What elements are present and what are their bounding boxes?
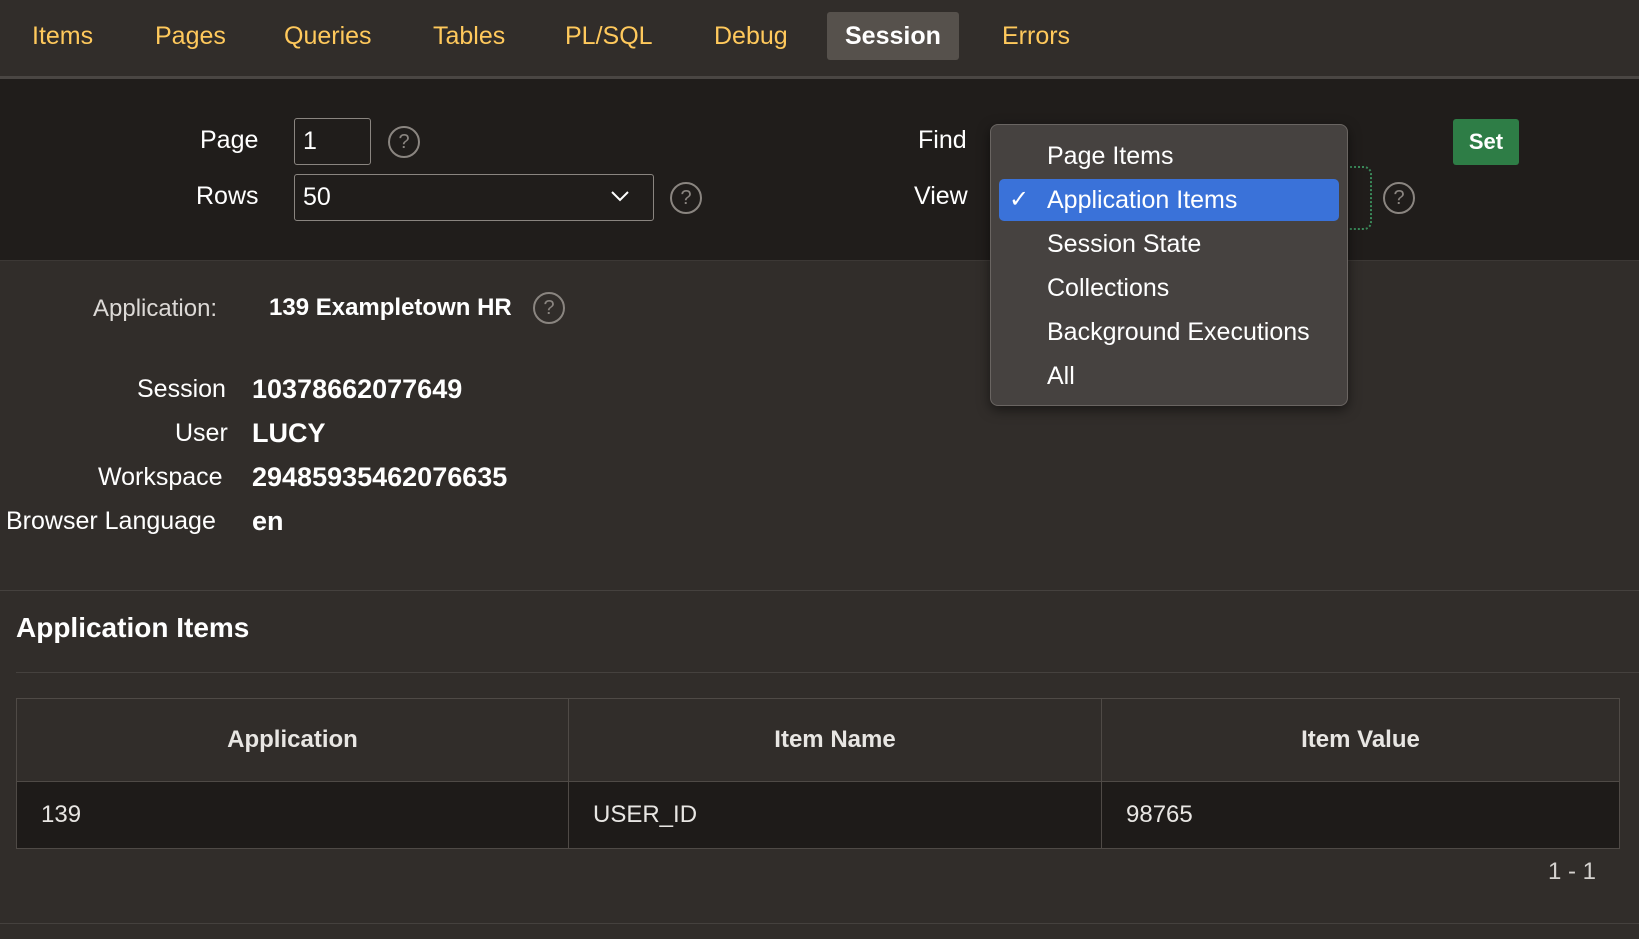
rows-label: Rows [196,182,259,210]
menu-item-label: Session State [1047,230,1202,258]
session-value: 10378662077649 [252,374,463,404]
column-header-item-name[interactable]: Item Name [568,698,1102,782]
page-input[interactable]: 1 [294,118,371,165]
tab-tables[interactable]: Tables [433,12,505,60]
browser-language-value: en [252,506,284,536]
menu-item-label: Collections [1047,274,1170,302]
session-page: Items Pages Queries Tables PL/SQL Debug … [0,0,1639,939]
tab-debug[interactable]: Debug [714,12,788,60]
tab-pages[interactable]: Pages [155,12,226,60]
menu-item-all[interactable]: All [999,355,1339,397]
bottom-divider [0,923,1639,924]
menu-item-collections[interactable]: Collections [999,267,1339,309]
menu-item-session-state[interactable]: Session State [999,223,1339,265]
controls-panel: Page 1 ? Rows 50 ? Find View ? [0,79,1639,261]
view-label: View [914,182,968,210]
user-value: LUCY [252,418,326,448]
view-help-icon[interactable]: ? [1383,182,1415,214]
application-value: 139 Exampletown HR [269,294,512,321]
chevron-down-icon [611,191,629,202]
table-header-row: Application Item Name Item Value [16,698,1620,782]
rows-select-value: 50 [303,183,331,211]
pagination-range: 1 - 1 [1547,858,1596,885]
tab-plsql[interactable]: PL/SQL [565,12,653,60]
rows-select[interactable]: 50 [294,174,654,221]
browser-language-label: Browser Language [6,507,216,535]
cell-item-name: USER_ID [568,781,1102,849]
checkmark-icon: ✓ [1009,186,1030,213]
cell-application: 139 [16,781,569,849]
cell-item-value: 98765 [1101,781,1620,849]
menu-item-background-executions[interactable]: Background Executions [999,311,1339,353]
view-dropdown-menu: Page Items ✓ Application Items Session S… [990,124,1348,406]
application-label: Application: [93,295,218,322]
section-title-divider [16,672,1639,673]
page-label: Page [200,126,259,154]
menu-item-application-items[interactable]: ✓ Application Items [999,179,1339,221]
menu-item-label: Background Executions [1047,318,1310,346]
session-label: Session [137,375,226,403]
menu-item-label: Application Items [1047,186,1238,214]
section-title: Application Items [16,612,250,643]
tab-errors[interactable]: Errors [1002,12,1070,60]
section-divider [0,590,1639,591]
application-help-icon[interactable]: ? [533,292,565,324]
rows-help-icon[interactable]: ? [670,182,702,214]
tab-bar: Items Pages Queries Tables PL/SQL Debug … [0,0,1639,79]
menu-item-label: Page Items [1047,142,1174,170]
workspace-value: 29485935462076635 [252,462,508,492]
column-header-item-value[interactable]: Item Value [1101,698,1620,782]
page-help-icon[interactable]: ? [388,126,420,158]
set-button[interactable]: Set [1453,119,1519,165]
menu-item-page-items[interactable]: Page Items [999,135,1339,177]
user-label: User [175,419,228,447]
tab-items[interactable]: Items [32,12,93,60]
workspace-label: Workspace [98,463,223,491]
table-row: 139 USER_ID 98765 [16,781,1620,849]
column-header-application[interactable]: Application [16,698,569,782]
application-items-table: Application Item Name Item Value 139 USE… [16,698,1620,849]
menu-item-label: All [1047,362,1075,390]
find-label: Find [918,126,967,154]
tab-session[interactable]: Session [827,12,959,60]
tab-queries[interactable]: Queries [284,12,372,60]
